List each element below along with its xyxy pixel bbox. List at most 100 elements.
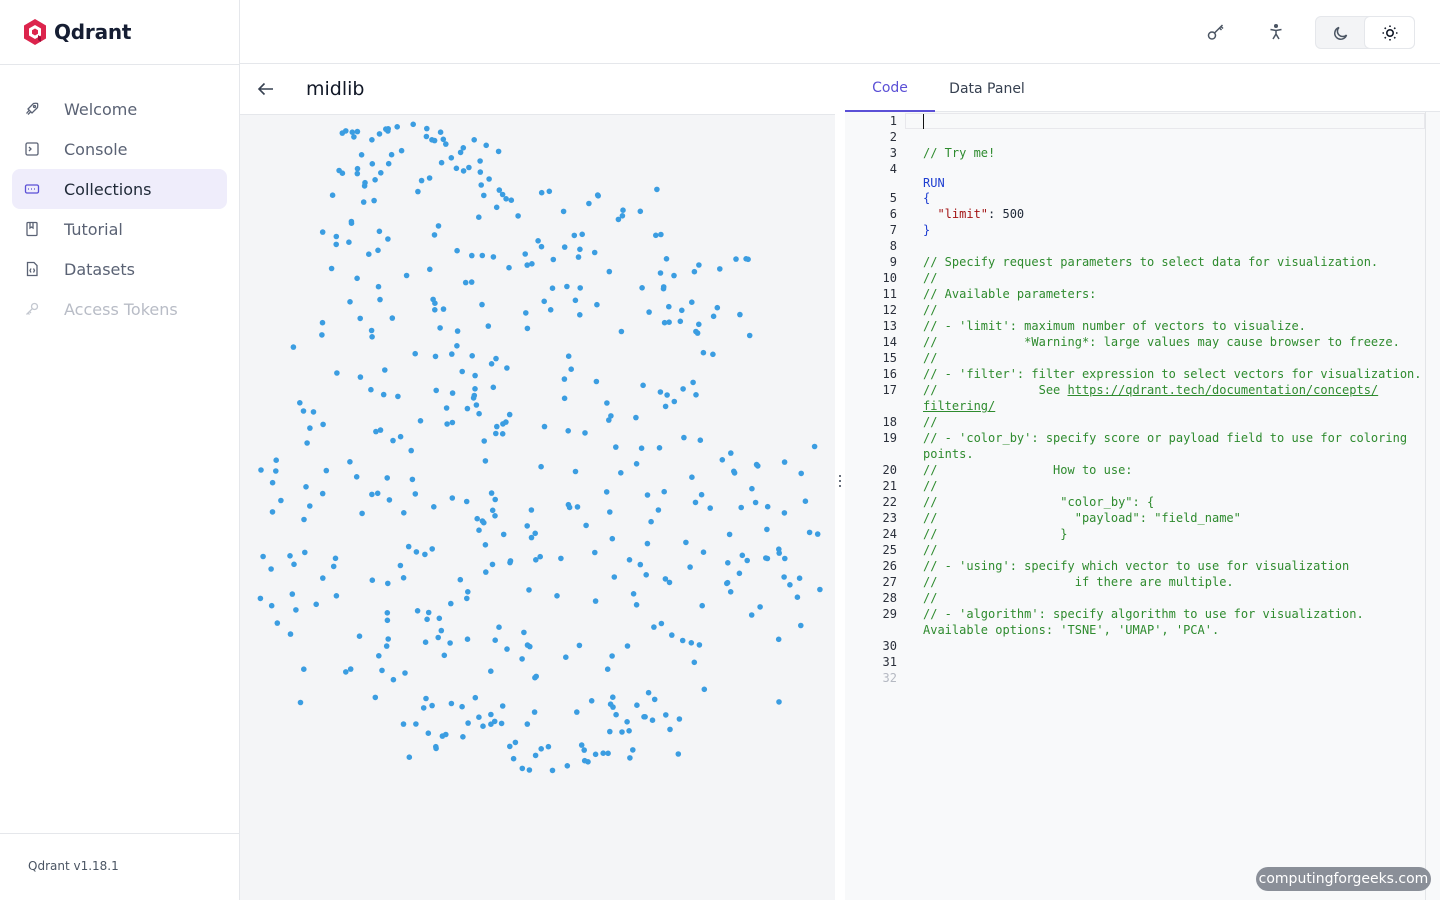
vector-point[interactable]: [690, 379, 696, 386]
vector-point[interactable]: [356, 633, 363, 639]
vector-point[interactable]: [657, 270, 664, 276]
vector-point[interactable]: [693, 392, 699, 398]
tab-code[interactable]: Code: [845, 65, 935, 112]
vector-point[interactable]: [375, 283, 382, 290]
vector-point[interactable]: [359, 510, 365, 517]
vector-point[interactable]: [332, 555, 339, 562]
vector-point[interactable]: [460, 734, 466, 740]
vector-point[interactable]: [431, 137, 438, 144]
vector-point[interactable]: [425, 730, 432, 736]
vector-point[interactable]: [479, 252, 486, 259]
vector-point[interactable]: [385, 636, 391, 642]
vector-point[interactable]: [384, 617, 391, 624]
vector-point[interactable]: [435, 223, 442, 229]
vector-point[interactable]: [385, 580, 391, 587]
vector-point[interactable]: [300, 408, 307, 414]
vector-point[interactable]: [448, 600, 454, 607]
scatter-plot[interactable]: [240, 115, 835, 900]
dark-mode-button[interactable]: [1316, 17, 1365, 48]
vector-point[interactable]: [725, 560, 731, 566]
vector-point[interactable]: [464, 405, 471, 412]
vector-point[interactable]: [346, 239, 352, 245]
vector-point[interactable]: [368, 327, 375, 334]
vector-point[interactable]: [611, 574, 618, 580]
vector-point[interactable]: [376, 131, 383, 137]
vector-point[interactable]: [492, 513, 498, 519]
vector-point[interactable]: [679, 307, 685, 314]
vector-point[interactable]: [620, 207, 626, 213]
vector-point[interactable]: [506, 264, 512, 271]
vector-point[interactable]: [607, 509, 613, 515]
vector-point[interactable]: [787, 582, 793, 588]
vector-point[interactable]: [666, 319, 672, 325]
vector-point[interactable]: [485, 323, 492, 329]
vector-point[interactable]: [493, 430, 499, 437]
vector-point[interactable]: [781, 574, 787, 580]
vector-point[interactable]: [398, 147, 405, 154]
vector-point[interactable]: [528, 507, 535, 513]
vector-point[interactable]: [385, 160, 392, 167]
vector-point[interactable]: [572, 468, 579, 475]
vector-point[interactable]: [400, 721, 407, 727]
vector-point[interactable]: [699, 602, 705, 609]
vector-point[interactable]: [260, 553, 266, 560]
vector-point[interactable]: [526, 767, 533, 773]
vector-point[interactable]: [454, 343, 460, 349]
vector-point[interactable]: [448, 700, 455, 707]
vector-point[interactable]: [369, 491, 375, 498]
vector-point[interactable]: [717, 266, 723, 272]
vector-point[interactable]: [297, 699, 304, 706]
sidebar-item-welcome[interactable]: Welcome: [12, 89, 227, 129]
vector-point[interactable]: [351, 134, 357, 140]
vector-point[interactable]: [354, 128, 361, 135]
vector-point[interactable]: [655, 507, 662, 513]
vector-point[interactable]: [489, 561, 496, 568]
vector-point[interactable]: [483, 142, 489, 149]
vector-point[interactable]: [594, 192, 601, 198]
vector-point[interactable]: [676, 716, 683, 722]
vector-point[interactable]: [328, 265, 335, 272]
vector-point[interactable]: [269, 479, 276, 486]
vector-point[interactable]: [586, 200, 592, 207]
vector-point[interactable]: [692, 499, 699, 506]
vector-point[interactable]: [637, 208, 644, 215]
vector-point[interactable]: [677, 318, 684, 325]
vector-point[interactable]: [521, 629, 527, 636]
vector-point[interactable]: [624, 643, 631, 649]
vector-point[interactable]: [582, 430, 588, 436]
vector-point[interactable]: [764, 503, 771, 510]
vector-point[interactable]: [648, 518, 654, 525]
vector-point[interactable]: [605, 750, 611, 757]
vector-point[interactable]: [479, 301, 485, 308]
vector-point[interactable]: [782, 555, 788, 562]
vector-point[interactable]: [492, 496, 498, 503]
vector-point[interactable]: [330, 563, 337, 570]
vector-point[interactable]: [360, 199, 367, 205]
vector-point[interactable]: [728, 450, 734, 456]
vector-point[interactable]: [432, 307, 438, 313]
vector-point[interactable]: [519, 765, 526, 772]
vector-point[interactable]: [463, 498, 470, 505]
vector-point[interactable]: [547, 307, 554, 313]
vector-point[interactable]: [429, 546, 435, 552]
vector-point[interactable]: [593, 378, 600, 385]
vector-point[interactable]: [671, 272, 677, 279]
vector-point[interactable]: [477, 158, 483, 164]
vector-point[interactable]: [379, 667, 385, 674]
vector-point[interactable]: [688, 640, 695, 646]
vector-point[interactable]: [373, 428, 379, 435]
vector-point[interactable]: [689, 474, 695, 481]
vector-point[interactable]: [604, 666, 611, 672]
vector-point[interactable]: [608, 413, 614, 419]
vector-point[interactable]: [412, 350, 418, 357]
vector-point[interactable]: [357, 374, 364, 380]
vector-point[interactable]: [369, 577, 376, 583]
vector-point[interactable]: [465, 589, 471, 595]
vector-point[interactable]: [689, 299, 695, 305]
vector-point[interactable]: [408, 447, 414, 454]
vector-point[interactable]: [658, 231, 664, 238]
vector-point[interactable]: [488, 711, 494, 718]
vector-point[interactable]: [752, 499, 759, 506]
vector-point[interactable]: [642, 714, 648, 720]
vector-point[interactable]: [409, 476, 416, 483]
